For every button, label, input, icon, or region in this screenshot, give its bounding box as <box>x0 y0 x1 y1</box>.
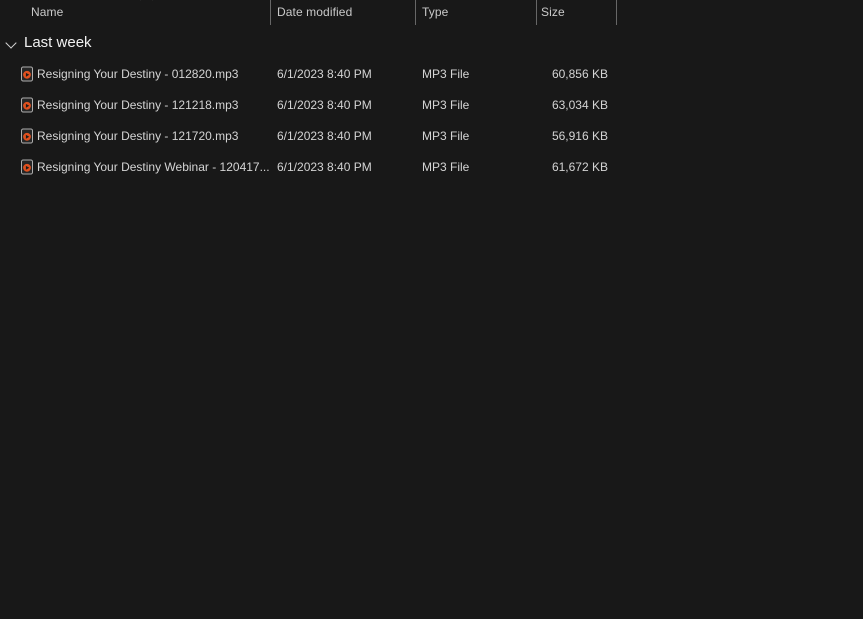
file-name: Resigning Your Destiny - 012820.mp3 <box>37 67 238 81</box>
mp3-file-icon <box>19 128 35 144</box>
file-type: MP3 File <box>422 67 469 81</box>
file-date-modified: 6/1/2023 8:40 PM <box>277 129 372 143</box>
group-label: Last week <box>24 34 92 51</box>
file-name: Resigning Your Destiny Webinar - 120417.… <box>37 160 270 174</box>
file-size: 60,856 KB <box>536 67 608 81</box>
file-name: Resigning Your Destiny - 121218.mp3 <box>37 98 238 112</box>
mp3-file-icon <box>19 66 35 82</box>
file-size: 61,672 KB <box>536 160 608 174</box>
column-header-name[interactable]: Name <box>31 5 63 19</box>
file-type: MP3 File <box>422 160 469 174</box>
chevron-up-icon <box>140 0 153 6</box>
column-header-type[interactable]: Type <box>422 5 448 19</box>
mp3-file-icon <box>19 97 35 113</box>
chevron-down-icon[interactable] <box>5 37 16 48</box>
file-date-modified: 6/1/2023 8:40 PM <box>277 67 372 81</box>
group-header-last-week[interactable]: Last week <box>0 32 400 57</box>
column-header-date-modified[interactable]: Date modified <box>277 5 352 19</box>
file-explorer-list-view: Name Date modified Type Size Last week R… <box>0 0 863 619</box>
file-list: Resigning Your Destiny - 012820.mp3 6/1/… <box>0 58 863 182</box>
file-type: MP3 File <box>422 98 469 112</box>
file-date-modified: 6/1/2023 8:40 PM <box>277 160 372 174</box>
table-row[interactable]: Resigning Your Destiny - 012820.mp3 6/1/… <box>0 58 863 89</box>
file-date-modified: 6/1/2023 8:40 PM <box>277 98 372 112</box>
column-resize-handle[interactable] <box>415 0 416 25</box>
table-row[interactable]: Resigning Your Destiny Webinar - 120417.… <box>0 151 863 182</box>
table-row[interactable]: Resigning Your Destiny - 121720.mp3 6/1/… <box>0 120 863 151</box>
column-header-row: Name Date modified Type Size <box>0 0 863 26</box>
file-size: 63,034 KB <box>536 98 608 112</box>
file-type: MP3 File <box>422 129 469 143</box>
column-resize-handle[interactable] <box>536 0 537 25</box>
file-size: 56,916 KB <box>536 129 608 143</box>
column-header-size[interactable]: Size <box>541 5 565 19</box>
table-row[interactable]: Resigning Your Destiny - 121218.mp3 6/1/… <box>0 89 863 120</box>
mp3-file-icon <box>19 159 35 175</box>
file-name: Resigning Your Destiny - 121720.mp3 <box>37 129 238 143</box>
column-resize-handle[interactable] <box>616 0 617 25</box>
column-resize-handle[interactable] <box>270 0 271 25</box>
